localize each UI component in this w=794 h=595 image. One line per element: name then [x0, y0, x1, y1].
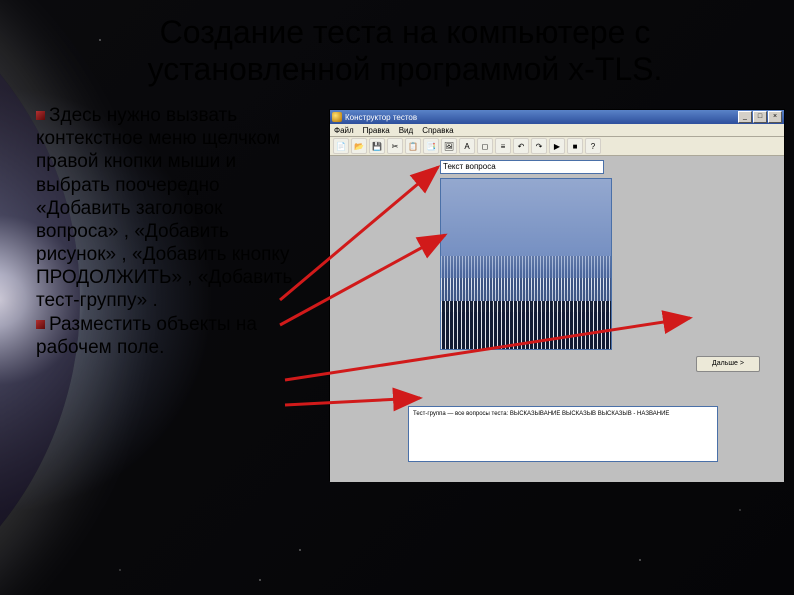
redo-icon[interactable]: ↷: [531, 138, 547, 154]
test-group-box[interactable]: Тест-группа — все вопросы теста: ВЫСКАЗЫ…: [408, 406, 718, 462]
question-image[interactable]: [440, 178, 612, 350]
minimize-button[interactable]: _: [738, 111, 752, 123]
bullet-icon: [36, 320, 45, 329]
app-title: Конструктор тестов: [345, 113, 417, 122]
play-icon[interactable]: ▶: [549, 138, 565, 154]
close-button[interactable]: ×: [768, 111, 782, 123]
menu-help[interactable]: Справка: [422, 126, 453, 135]
bullet-icon: [36, 111, 45, 120]
bullet-2: Разместить объекты на рабочем поле.: [36, 314, 257, 358]
question-title-field[interactable]: Текст вопроса: [440, 160, 604, 174]
app-titlebar: Конструктор тестов _ □ ×: [330, 110, 784, 124]
text-icon[interactable]: A: [459, 138, 475, 154]
app-toolbar: 📄 📂 💾 ✂ 📋 📑 🖼 A ◻ ≡ ↶ ↷ ▶ ■ ?: [330, 137, 784, 156]
open-icon[interactable]: 📂: [351, 138, 367, 154]
undo-icon[interactable]: ↶: [513, 138, 529, 154]
save-icon[interactable]: 💾: [369, 138, 385, 154]
group-icon[interactable]: ≡: [495, 138, 511, 154]
image-icon[interactable]: 🖼: [441, 138, 457, 154]
menu-file[interactable]: Файл: [334, 126, 354, 135]
app-workspace[interactable]: Текст вопроса Дальше > Тест-группа — все…: [330, 156, 784, 482]
stop-icon[interactable]: ■: [567, 138, 583, 154]
help-icon[interactable]: ?: [585, 138, 601, 154]
embedded-app-window: Конструктор тестов _ □ × Файл Правка Вид…: [330, 110, 784, 480]
menu-edit[interactable]: Правка: [363, 126, 390, 135]
slide-title: Создание теста на компьютере с установле…: [75, 14, 735, 88]
menu-view[interactable]: Вид: [399, 126, 413, 135]
new-icon[interactable]: 📄: [333, 138, 349, 154]
copy-icon[interactable]: 📋: [405, 138, 421, 154]
cut-icon[interactable]: ✂: [387, 138, 403, 154]
continue-button[interactable]: Дальше >: [696, 356, 760, 372]
button-icon[interactable]: ◻: [477, 138, 493, 154]
app-icon: [332, 112, 342, 122]
paste-icon[interactable]: 📑: [423, 138, 439, 154]
bullet-1: Здесь нужно вызвать контекстное меню щел…: [36, 105, 292, 311]
slide-body: Здесь нужно вызвать контекстное меню щел…: [36, 104, 298, 359]
maximize-button[interactable]: □: [753, 111, 767, 123]
app-menubar: Файл Правка Вид Справка: [330, 124, 784, 137]
slide-root: Создание теста на компьютере с установле…: [0, 0, 794, 595]
image-trees-near: [441, 301, 611, 349]
